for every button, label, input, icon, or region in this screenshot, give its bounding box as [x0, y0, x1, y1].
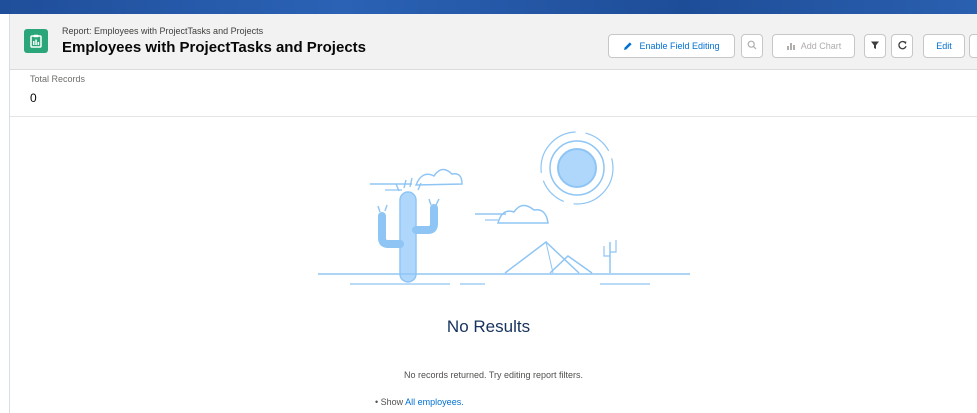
- report-eyebrow: Report: Employees with ProjectTasks and …: [62, 26, 264, 36]
- page-title: Employees with ProjectTasks and Projects: [62, 39, 366, 56]
- left-panel-edge: [0, 14, 10, 413]
- top-navigation-band: [0, 0, 977, 14]
- search-icon: [747, 40, 757, 52]
- summary-divider: [10, 116, 977, 117]
- desert-illustration-icon: [318, 131, 690, 285]
- more-actions-button[interactable]: [969, 34, 977, 58]
- total-records-label: Total Records: [30, 74, 86, 84]
- no-records-message: No records returned. Try editing report …: [403, 370, 584, 380]
- show-all-employees: • Show All employees.: [375, 397, 464, 407]
- total-records-value: 0: [30, 91, 37, 105]
- show-prefix: • Show: [375, 397, 406, 407]
- filter-button[interactable]: [864, 34, 886, 58]
- chart-icon: [786, 41, 796, 51]
- refresh-button[interactable]: [891, 34, 913, 58]
- no-results-heading: No Results: [446, 317, 531, 336]
- enable-field-editing-button[interactable]: Enable Field Editing: [608, 34, 735, 58]
- add-chart-button[interactable]: Add Chart: [772, 34, 855, 58]
- pencil-icon: [623, 41, 633, 51]
- report-header: Report: Employees with ProjectTasks and …: [10, 14, 977, 70]
- report-icon: [24, 29, 48, 53]
- edit-button[interactable]: Edit: [923, 34, 965, 58]
- all-employees-link[interactable]: All employees.: [405, 397, 464, 407]
- search-button[interactable]: [741, 34, 763, 58]
- filter-icon: [870, 40, 880, 52]
- refresh-icon: [897, 40, 908, 53]
- add-chart-label: Add Chart: [800, 41, 842, 51]
- enable-field-editing-label: Enable Field Editing: [639, 41, 720, 51]
- edit-label: Edit: [936, 41, 952, 51]
